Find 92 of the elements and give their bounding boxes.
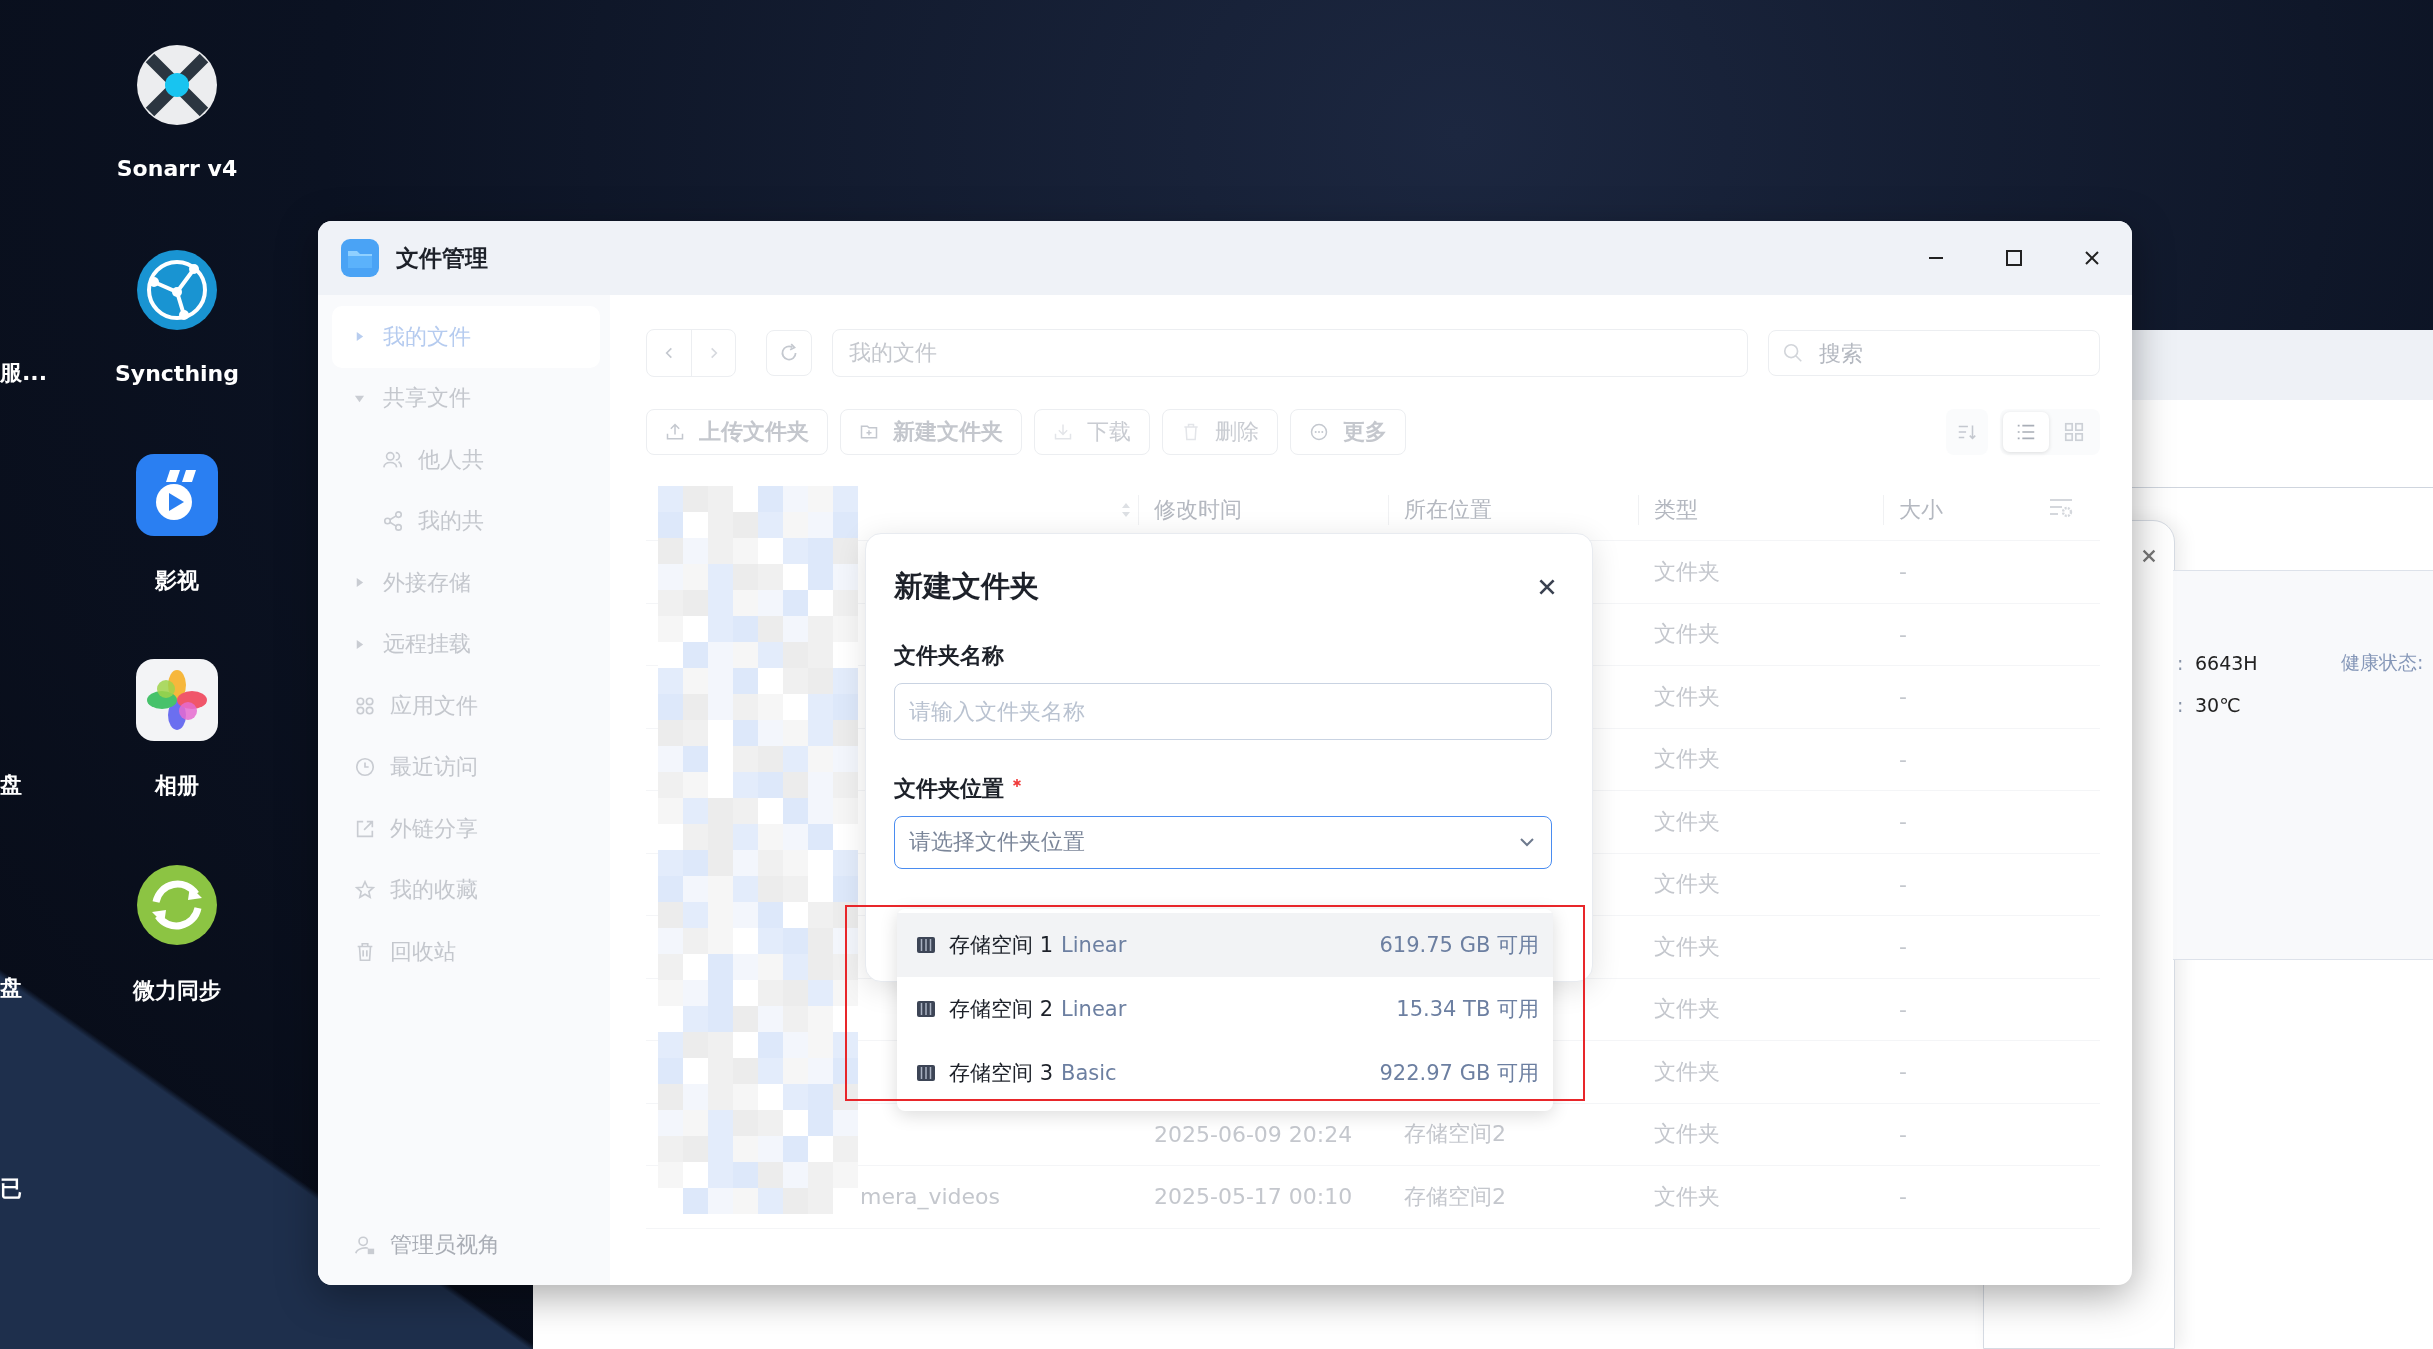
- table-cell: 文件夹: [1654, 1183, 1720, 1209]
- apps-icon: [354, 694, 376, 717]
- option-type: Basic: [1061, 1061, 1117, 1085]
- table-cell: -: [1899, 809, 1907, 835]
- app-label[interactable]: 盘: [0, 770, 22, 800]
- search-field[interactable]: 搜索: [1768, 330, 2100, 376]
- table-cell: 存储空间2: [1404, 1121, 1506, 1147]
- table-cell: mera_videos: [860, 1184, 1001, 1210]
- grid-icon: [2063, 421, 2085, 443]
- sidebar-item[interactable]: 我的文件: [332, 306, 600, 368]
- star-icon: [354, 879, 376, 902]
- option-free-space: 922.97 GB 可用: [1379, 1060, 1539, 1087]
- table-cell: -: [1899, 1121, 1907, 1147]
- toolbar-button[interactable]: 新建文件夹: [840, 409, 1022, 455]
- app-label[interactable]: 相册: [155, 771, 199, 801]
- table-cell: 文件夹: [1654, 933, 1720, 959]
- dialog-title: 新建文件夹: [894, 567, 1039, 605]
- column-header[interactable]: 类型: [1638, 495, 1883, 525]
- table-cell: -: [1899, 559, 1907, 585]
- app-icon[interactable]: [134, 657, 220, 743]
- view-mode-label[interactable]: 管理员视角: [390, 1230, 500, 1260]
- folder-name-field[interactable]: 请输入文件夹名称: [894, 682, 1552, 740]
- table-cell: 文件夹: [1654, 996, 1720, 1022]
- dropdown-option[interactable]: 存储空间 3 Basic 922.97 GB 可用: [897, 1041, 1553, 1105]
- dropdown-option[interactable]: 存储空间 1 Linear 619.75 GB 可用: [897, 913, 1553, 977]
- column-header[interactable]: 所在位置: [1388, 495, 1638, 525]
- table-cell: -: [1899, 684, 1907, 710]
- dropdown-option[interactable]: 存储空间 2 Linear 15.34 TB 可用: [897, 977, 1553, 1041]
- option-type: Linear: [1061, 997, 1127, 1021]
- field-label: 文件夹名称: [894, 641, 1005, 670]
- table-cell: -: [1899, 871, 1907, 897]
- app-label[interactable]: 微力同步: [133, 976, 221, 1006]
- table-cell: 文件夹: [1654, 621, 1720, 647]
- table-cell: -: [1899, 996, 1907, 1022]
- search-icon: [1782, 342, 1804, 364]
- app-label[interactable]: Syncthing: [115, 361, 239, 386]
- app-icon[interactable]: [134, 452, 220, 538]
- upload-icon: [665, 422, 685, 442]
- app-icon[interactable]: [134, 42, 220, 128]
- option-name: 存储空间 3: [949, 1060, 1054, 1087]
- app-label[interactable]: 盘: [0, 973, 22, 1003]
- drive-bay-icon: [917, 1065, 935, 1081]
- field-label: 健康状态:: [2341, 650, 2424, 675]
- app-label[interactable]: 服...: [0, 358, 48, 388]
- option-free-space: 619.75 GB 可用: [1379, 932, 1539, 959]
- table-cell: -: [1899, 934, 1907, 960]
- option-name: 存储空间 2: [949, 996, 1054, 1023]
- app-label[interactable]: 已: [0, 1174, 22, 1204]
- option-type: Linear: [1061, 933, 1127, 957]
- folder-location-select[interactable]: 请选择文件夹位置: [894, 815, 1552, 869]
- share-icon: [382, 510, 404, 533]
- folder-icon: [340, 238, 380, 278]
- option-free-space: 15.34 TB 可用: [1396, 996, 1539, 1023]
- table-cell: 文件夹: [1654, 1058, 1720, 1084]
- table-cell: -: [1899, 746, 1907, 772]
- table-cell: 文件夹: [1654, 871, 1720, 897]
- table-cell: -: [1899, 1059, 1907, 1085]
- clock-icon: [354, 756, 376, 779]
- path-field[interactable]: 我的文件: [832, 329, 1748, 377]
- field-label: 文件夹位置: [894, 774, 1004, 803]
- table-cell: 文件夹: [1654, 558, 1720, 584]
- trash-icon: [1181, 422, 1201, 442]
- app-label[interactable]: 影视: [155, 566, 199, 596]
- toolbar-button[interactable]: 上传文件夹: [646, 409, 828, 455]
- drive-bay-icon: [917, 937, 935, 953]
- column-header[interactable]: 修改时间: [1138, 495, 1388, 525]
- table-cell: -: [1899, 621, 1907, 647]
- folder-plus-icon: [859, 422, 879, 442]
- maximize-icon[interactable]: [2004, 248, 2024, 268]
- app-icon[interactable]: [134, 862, 220, 948]
- field-value: 6643H: [2195, 652, 2259, 674]
- field-value: 30℃: [2195, 694, 2242, 716]
- app-label[interactable]: Sonarr v4: [116, 156, 238, 181]
- user-lock-icon: [354, 1234, 376, 1256]
- app-icon[interactable]: [134, 247, 220, 333]
- download-icon: [1053, 422, 1073, 442]
- option-name: 存储空间 1: [949, 932, 1054, 959]
- table-cell: 2025-05-17 00:10: [1154, 1184, 1353, 1210]
- table-cell: -: [1899, 1184, 1907, 1210]
- toolbar-button[interactable]: 更多: [1290, 409, 1406, 455]
- field-label: :: [2177, 652, 2185, 674]
- table-cell: 文件夹: [1654, 808, 1720, 834]
- table-cell: 存储空间2: [1404, 1183, 1506, 1209]
- field-label: :: [2177, 694, 2185, 716]
- column-header[interactable]: 大小: [1883, 495, 2048, 525]
- more-icon: [1309, 422, 1329, 442]
- table-cell: 2025-06-09 20:24: [1154, 1121, 1353, 1147]
- drive-bay-icon: [917, 1001, 935, 1017]
- table-cell: 文件夹: [1654, 1121, 1720, 1147]
- table-cell: 文件夹: [1654, 683, 1720, 709]
- window-title: 文件管理: [396, 243, 488, 273]
- table-cell: 文件夹: [1654, 746, 1720, 772]
